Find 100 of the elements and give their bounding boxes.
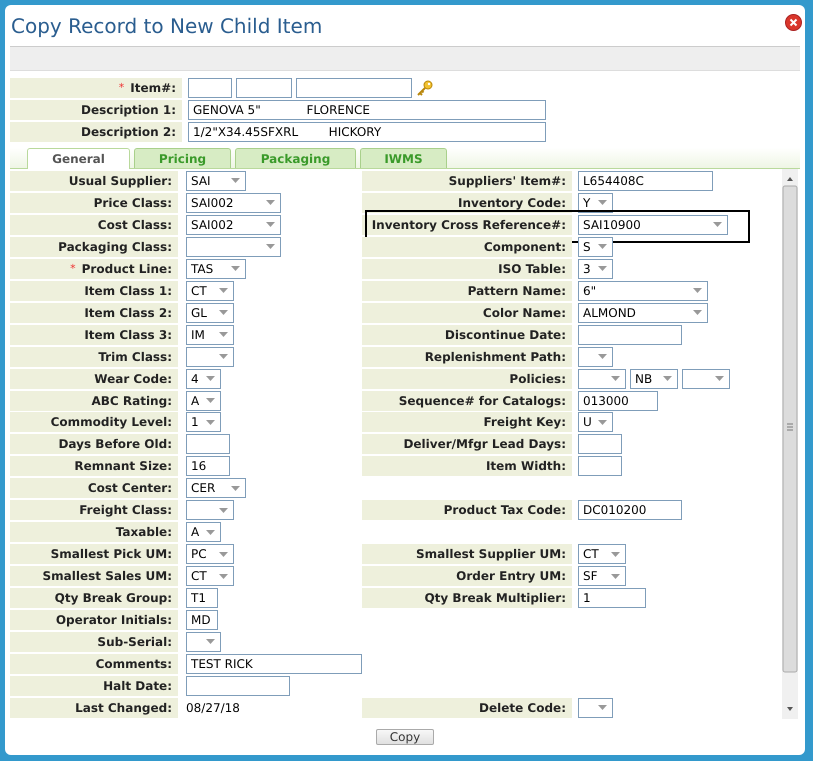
input-field[interactable]: TEST RICK xyxy=(186,654,362,674)
input-field[interactable] xyxy=(296,78,412,98)
input-field[interactable]: L654408C xyxy=(578,170,713,191)
dropdown-arrow-icon xyxy=(598,705,607,710)
dropdown[interactable]: CT xyxy=(186,280,234,301)
input-field[interactable]: 1 xyxy=(578,588,646,608)
dropdown[interactable]: 4 xyxy=(186,368,221,389)
dropdown[interactable] xyxy=(578,698,613,718)
dropdown-arrow-icon xyxy=(611,376,620,382)
dropdown-arrow-icon xyxy=(598,354,607,360)
dropdown[interactable]: Y xyxy=(578,192,613,213)
field-label: Smallest Supplier UM: xyxy=(416,546,566,564)
input-field[interactable] xyxy=(236,78,292,98)
field-label: Operator Initials: xyxy=(56,612,172,630)
input-field[interactable] xyxy=(186,434,230,454)
dropdown[interactable] xyxy=(578,346,613,367)
field-label: Product Tax Code: xyxy=(444,502,566,520)
dropdown[interactable] xyxy=(186,500,234,520)
dropdown-arrow-icon xyxy=(693,288,702,294)
field-label: Wear Code: xyxy=(94,370,172,388)
field-label: Color Name: xyxy=(482,304,566,322)
dropdown-arrow-icon xyxy=(715,376,724,382)
input-field[interactable]: 1/2"X34.45SFXRL HICKORY xyxy=(188,122,546,142)
dropdown[interactable]: U xyxy=(578,412,613,432)
input-field[interactable]: MD xyxy=(186,610,218,630)
field-label: Commodity Level: xyxy=(50,414,172,432)
dropdown[interactable] xyxy=(186,236,281,257)
field-label: Smallest Sales UM: xyxy=(42,568,172,586)
required-asterisk: * xyxy=(118,80,124,96)
dropdown-arrow-icon xyxy=(713,222,722,228)
field-value: 08/27/18 xyxy=(186,700,240,717)
field-label: Cost Class: xyxy=(98,216,172,234)
dropdown-arrow-icon xyxy=(219,288,228,294)
dropdown-arrow-icon xyxy=(598,244,607,250)
dropdown[interactable]: SAI002 xyxy=(186,214,281,235)
dropdown[interactable]: 1 xyxy=(186,412,221,432)
dropdown[interactable]: ALMOND xyxy=(578,302,708,323)
field-label: Description 1: xyxy=(81,102,176,119)
input-field[interactable] xyxy=(578,434,622,454)
dropdown-arrow-icon xyxy=(231,266,240,272)
dropdown[interactable]: SAI10900 xyxy=(578,214,728,235)
field-label: Usual Supplier: xyxy=(68,172,172,190)
field-label: Freight Key: xyxy=(484,414,566,432)
field-label: Remnant Size: xyxy=(74,458,172,476)
dropdown[interactable]: GL xyxy=(186,302,234,323)
dropdown[interactable]: TAS xyxy=(186,258,246,279)
dropdown[interactable]: IM xyxy=(186,324,234,345)
dropdown[interactable]: CT xyxy=(578,544,626,564)
dropdown-arrow-icon xyxy=(266,244,275,250)
dropdown-arrow-icon xyxy=(266,200,275,206)
input-field[interactable]: DC010200 xyxy=(578,500,682,520)
field-label: Order Entry UM: xyxy=(456,568,566,586)
dropdown[interactable]: PC xyxy=(186,544,234,564)
dropdown[interactable]: NB xyxy=(630,368,678,389)
dropdown[interactable]: A xyxy=(186,522,221,542)
field-label: Item Class 2: xyxy=(84,304,172,322)
field-label: Pattern Name: xyxy=(468,282,566,300)
input-field[interactable] xyxy=(188,78,232,98)
dropdown[interactable] xyxy=(186,346,234,367)
dropdown[interactable]: SAI002 xyxy=(186,192,281,213)
field-label: Inventory Cross Reference#: xyxy=(372,216,566,234)
dropdown-arrow-icon xyxy=(266,222,275,228)
input-field[interactable]: T1 xyxy=(186,588,218,608)
dropdown[interactable]: CT xyxy=(186,566,234,586)
field-label: Packaging Class: xyxy=(58,238,172,256)
field-label: Item Class 1: xyxy=(84,282,172,300)
dropdown-arrow-icon xyxy=(219,552,228,557)
dropdown[interactable]: 6" xyxy=(578,280,708,301)
input-field[interactable]: 16 xyxy=(186,456,230,476)
field-label: Trim Class: xyxy=(98,348,172,366)
field-label: Deliver/Mfgr Lead Days: xyxy=(403,436,566,454)
dropdown-arrow-icon xyxy=(693,310,702,316)
dropdown[interactable]: S xyxy=(578,236,613,257)
dropdown[interactable] xyxy=(186,632,221,652)
input-field[interactable] xyxy=(578,324,682,345)
field-label: Taxable: xyxy=(116,524,172,542)
field-label: Sequence# for Catalogs: xyxy=(398,392,566,410)
dropdown[interactable] xyxy=(682,368,730,389)
input-field[interactable] xyxy=(578,456,622,476)
dropdown-arrow-icon xyxy=(206,398,215,403)
dropdown[interactable]: SAI xyxy=(186,170,246,191)
field-label: Last Changed: xyxy=(75,700,172,717)
key-icon[interactable] xyxy=(416,80,434,96)
input-field[interactable] xyxy=(186,676,290,696)
dropdown[interactable] xyxy=(578,368,626,389)
tab[interactable]: General xyxy=(27,148,130,169)
close-icon[interactable] xyxy=(785,14,802,31)
dropdown-arrow-icon xyxy=(219,332,228,338)
dropdown[interactable]: SF xyxy=(578,566,626,586)
dropdown[interactable]: CER xyxy=(186,478,246,498)
input-field[interactable]: 013000 xyxy=(578,390,658,410)
input-field[interactable]: GENOVA 5" FLORENCE xyxy=(188,100,546,120)
field-label: Item Width: xyxy=(486,458,566,476)
field-label: Item#: xyxy=(130,80,176,97)
field-label: Description 2: xyxy=(81,124,176,141)
copy-button[interactable]: Copy xyxy=(376,729,434,745)
dropdown[interactable]: A xyxy=(186,390,221,410)
dropdown[interactable]: 3 xyxy=(578,258,613,279)
field-label: Product Line: xyxy=(82,260,172,278)
field-label: Item Class 3: xyxy=(84,326,172,344)
